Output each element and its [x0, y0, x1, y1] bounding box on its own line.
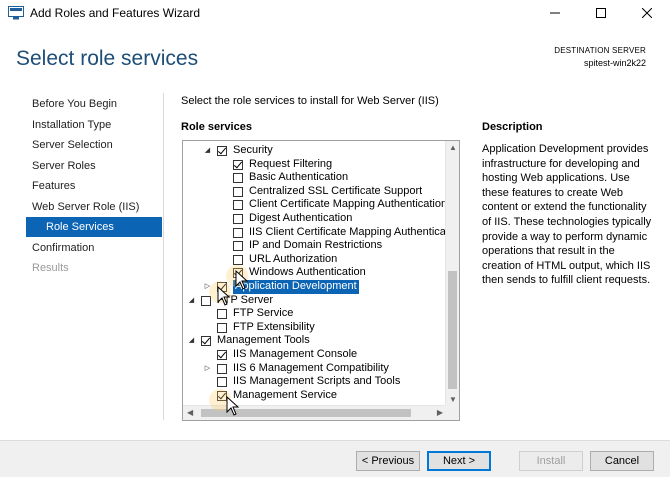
- cancel-button[interactable]: Cancel: [590, 451, 654, 471]
- tree-item-label[interactable]: Management Service: [233, 389, 337, 403]
- tree-item[interactable]: Basic Authentication: [183, 171, 447, 185]
- tree-item-label[interactable]: FTP Service: [233, 307, 293, 321]
- mouse-cursor-icon: [235, 270, 249, 290]
- minimize-icon: [550, 12, 560, 14]
- minimize-button[interactable]: [532, 0, 578, 26]
- tree-item[interactable]: Digest Authentication: [183, 212, 447, 226]
- destination-server-label: DESTINATION SERVER: [554, 46, 646, 55]
- tree-item-label[interactable]: Windows Authentication: [249, 266, 366, 280]
- tree-item-checkbox[interactable]: [217, 309, 227, 320]
- tree-item-checkbox[interactable]: [233, 200, 243, 211]
- nav-divider: [163, 93, 164, 420]
- collapse-arrow-icon[interactable]: ◢: [187, 336, 196, 345]
- nav-item[interactable]: Features: [32, 176, 75, 196]
- collapse-arrow-icon[interactable]: ◢: [203, 146, 212, 155]
- expand-arrow-icon[interactable]: ▷: [203, 364, 212, 373]
- vertical-scroll-thumb[interactable]: [448, 271, 457, 389]
- wizard-footer: < Previous Next > Install Cancel: [0, 440, 670, 477]
- nav-item: Results: [32, 262, 69, 274]
- tree-rows: ◢ Security Request Filtering Basic Authenti…: [183, 141, 447, 405]
- tree-item[interactable]: ◢ Security: [183, 144, 447, 158]
- tree-item-checkbox[interactable]: [217, 377, 227, 388]
- role-services-tree[interactable]: ◢ Security Request Filtering Basic Authenti…: [182, 140, 460, 421]
- mouse-cursor-icon: [217, 286, 231, 306]
- description-text: Application Development provides infrast…: [482, 143, 652, 287]
- tree-item[interactable]: Centralized SSL Certificate Support: [183, 185, 447, 199]
- tree-item-label[interactable]: Digest Authentication: [249, 212, 352, 226]
- tree-item-label[interactable]: Application Development: [233, 280, 359, 294]
- maximize-button[interactable]: [578, 0, 624, 26]
- tree-item-checkbox[interactable]: [233, 241, 243, 252]
- tree-item-label[interactable]: Security: [233, 144, 273, 158]
- tree-item-checkbox[interactable]: [217, 322, 227, 333]
- tree-item-checkbox[interactable]: [233, 227, 243, 238]
- nav-item[interactable]: Server Selection: [32, 135, 113, 155]
- maximize-icon: [596, 8, 606, 18]
- nav-item[interactable]: Confirmation: [32, 238, 94, 258]
- tree-item-checkbox[interactable]: [233, 214, 243, 224]
- tree-item[interactable]: ◢ Management Tools: [183, 334, 447, 348]
- close-button[interactable]: [624, 0, 670, 26]
- tree-item-label[interactable]: IIS 6 Management Compatibility: [233, 362, 389, 376]
- collapse-arrow-icon[interactable]: ◢: [187, 296, 196, 305]
- tree-item[interactable]: Windows Authentication: [183, 266, 447, 280]
- tree-item-label[interactable]: IP and Domain Restrictions: [249, 239, 382, 253]
- description-heading: Description: [482, 121, 543, 133]
- tree-item-checkbox[interactable]: [217, 350, 227, 360]
- tree-item[interactable]: IIS Client Certificate Mapping Authentic…: [183, 226, 447, 240]
- tree-item-label[interactable]: Request Filtering: [249, 158, 332, 172]
- close-icon: [642, 8, 652, 18]
- vertical-scrollbar[interactable]: ▲ ▼: [445, 141, 459, 406]
- tree-item[interactable]: FTP Service: [183, 307, 447, 321]
- tree-item-label[interactable]: Centralized SSL Certificate Support: [249, 185, 422, 199]
- tree-item-checkbox[interactable]: [217, 363, 227, 374]
- tree-item[interactable]: IP and Domain Restrictions: [183, 239, 447, 253]
- tree-item[interactable]: URL Authorization: [183, 253, 447, 267]
- page-title: Select role services: [16, 47, 199, 70]
- tree-item-label[interactable]: URL Authorization: [249, 253, 337, 267]
- tree-item-checkbox[interactable]: [217, 146, 227, 156]
- tree-item-checkbox[interactable]: [201, 336, 211, 347]
- tree-item-checkbox[interactable]: [233, 254, 243, 265]
- scroll-right-icon[interactable]: ▶: [437, 408, 443, 417]
- nav-item[interactable]: Installation Type: [32, 115, 111, 135]
- tree-item-label[interactable]: Management Tools: [217, 334, 310, 348]
- nav-item[interactable]: Server Roles: [32, 156, 96, 176]
- tree-item-label[interactable]: Client Certificate Mapping Authenticatio…: [249, 198, 447, 212]
- tree-item-label[interactable]: Basic Authentication: [249, 171, 348, 185]
- scroll-down-icon[interactable]: ▼: [449, 395, 457, 404]
- tree-item[interactable]: Client Certificate Mapping Authenticatio…: [183, 198, 447, 212]
- role-services-heading: Role services: [181, 121, 252, 133]
- nav-item[interactable]: Before You Begin: [32, 94, 117, 114]
- tree-item-label[interactable]: IIS Client Certificate Mapping Authentic…: [249, 226, 447, 240]
- tree-item-checkbox[interactable]: [233, 173, 243, 184]
- destination-server-name: spitest-win2k22: [583, 58, 646, 68]
- install-button[interactable]: Install: [519, 451, 583, 471]
- tree-item[interactable]: IIS Management Console: [183, 348, 447, 362]
- title-bar: Add Roles and Features Wizard: [0, 0, 670, 26]
- tree-item-label[interactable]: IIS Management Scripts and Tools: [233, 375, 400, 389]
- scrollbar-corner: [445, 405, 459, 420]
- previous-button[interactable]: < Previous: [356, 451, 420, 471]
- server-manager-icon: [8, 6, 24, 20]
- tree-item-label[interactable]: IIS Management Console: [233, 348, 357, 362]
- tree-item[interactable]: FTP Extensibility: [183, 321, 447, 335]
- nav-item[interactable]: Role Services: [26, 217, 162, 237]
- scroll-up-icon[interactable]: ▲: [449, 143, 457, 152]
- tree-item[interactable]: Request Filtering: [183, 158, 447, 172]
- mouse-cursor-icon: [226, 396, 240, 416]
- tree-item-checkbox[interactable]: [233, 186, 243, 197]
- tree-item[interactable]: ▷ IIS 6 Management Compatibility: [183, 362, 447, 376]
- scroll-left-icon[interactable]: ◀: [187, 408, 193, 417]
- nav-item[interactable]: Web Server Role (IIS): [32, 197, 139, 217]
- window-title: Add Roles and Features Wizard: [30, 6, 201, 20]
- instruction-text: Select the role services to install for …: [181, 95, 439, 107]
- tree-item[interactable]: IIS Management Scripts and Tools: [183, 375, 447, 389]
- tree-item-checkbox[interactable]: [233, 159, 243, 170]
- next-button[interactable]: Next >: [427, 451, 491, 471]
- tree-item-label[interactable]: FTP Extensibility: [233, 321, 315, 335]
